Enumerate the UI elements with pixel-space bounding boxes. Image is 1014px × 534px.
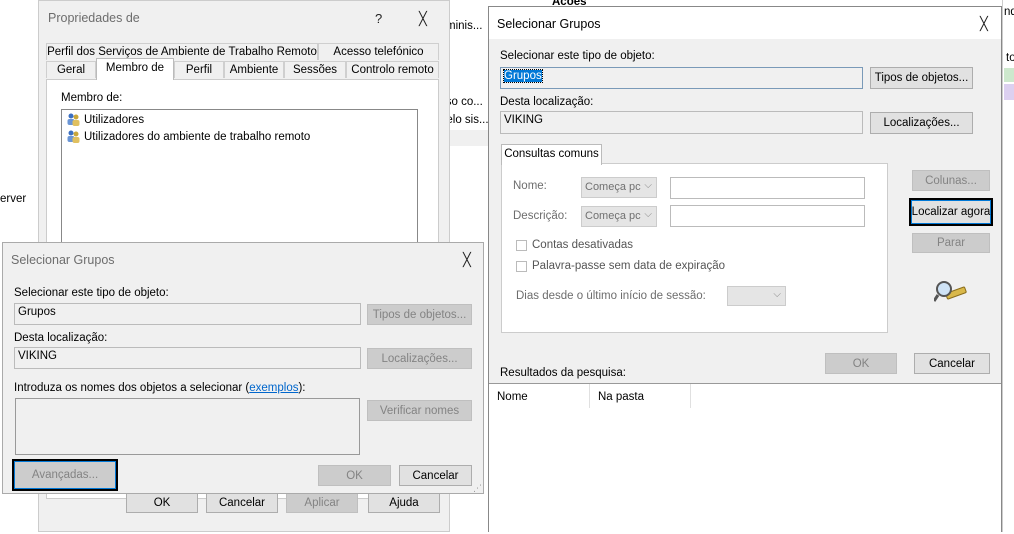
object-types-button[interactable]: Tipos de objetos... (367, 304, 472, 325)
list-item[interactable]: Utilizadores (66, 113, 144, 126)
close-icon[interactable]: ╳ (463, 251, 471, 268)
location-field: VIKING (14, 347, 361, 369)
days-since-logon-label: Dias desde o último início de sessão: (516, 290, 706, 302)
select-groups-dialog-small: Selecionar Grupos ╳ Selecionar este tipo… (2, 242, 484, 494)
tab-general[interactable]: Geral (46, 61, 96, 78)
name-input[interactable] (670, 177, 865, 199)
advanced-button[interactable]: Avançadas... (12, 459, 118, 491)
help-icon[interactable]: ? (375, 10, 382, 27)
ok-button[interactable]: OK (126, 492, 198, 513)
object-names-textarea[interactable] (15, 398, 360, 455)
tab-member-of[interactable]: Membro de (96, 58, 174, 80)
enter-names-suffix: ): (298, 382, 306, 394)
bg-color-bar-purple (1004, 84, 1014, 100)
enter-names-text: Introduza os nomes dos objetos a selecio… (14, 382, 250, 394)
tab-sessions[interactable]: Sessões (284, 61, 346, 78)
properties-title: Propriedades de (48, 11, 140, 25)
select-groups-dialog-advanced: Selecionar Grupos ╳ Selecionar este tipo… (488, 6, 1002, 534)
common-queries-panel: Nome: Começa pc ⌵ Descrição: Começa pc ⌵ C… (501, 163, 888, 333)
object-type-value: Grupos (503, 69, 543, 83)
examples-link[interactable]: exemplos (249, 382, 298, 394)
no-expire-password-checkbox[interactable] (516, 261, 527, 272)
dialog-title: Selecionar Grupos (11, 253, 115, 267)
chevron-down-icon: ⌵ (644, 180, 652, 191)
name-label: Nome: (513, 180, 547, 192)
list-item-label: Utilizadores do ambiente de trabalho rem… (84, 130, 311, 143)
column-header-name[interactable]: Nome (489, 384, 590, 408)
search-key-icon (932, 279, 968, 308)
ok-button[interactable]: OK (318, 465, 391, 486)
help-button[interactable]: Ajuda (368, 492, 440, 513)
object-type-label: Selecionar este tipo de objeto: (500, 50, 655, 62)
cancel-button[interactable]: Cancelar (206, 492, 278, 513)
tab-profile[interactable]: Perfil (174, 61, 224, 78)
location-label: Desta localização: (500, 96, 594, 108)
member-of-list[interactable]: Utilizadores Utilizadores do ambiente de… (61, 109, 418, 249)
apply-button[interactable]: Aplicar (286, 492, 358, 513)
object-type-label: Selecionar este tipo de objeto: (14, 287, 169, 299)
list-item-label: Utilizadores (84, 113, 145, 126)
bg-text-mid-1: minis... (446, 20, 483, 32)
object-type-field: Grupos (500, 67, 863, 89)
enter-names-label: Introduza os nomes dos objetos a selecio… (14, 382, 306, 394)
stop-button[interactable]: Parar (912, 233, 990, 253)
dialog-title: Selecionar Grupos (497, 17, 601, 31)
tab-dial-in[interactable]: Acesso telefónico (318, 43, 439, 60)
column-header-folder[interactable]: Na pasta (590, 384, 691, 408)
object-type-field: Grupos (14, 303, 361, 325)
description-match-combo[interactable]: Começa pc ⌵ (581, 206, 657, 227)
locations-button[interactable]: Localizações... (870, 112, 973, 134)
close-icon[interactable]: ╳ (419, 10, 427, 27)
cancel-button[interactable]: Cancelar (914, 353, 990, 374)
list-item[interactable]: Utilizadores do ambiente de trabalho rem… (66, 130, 310, 143)
resize-grip-icon: ⋰ (473, 483, 482, 493)
location-label: Desta localização: (14, 332, 108, 344)
check-names-button[interactable]: Verificar nomes (367, 400, 472, 421)
find-now-button[interactable]: Localizar agora (909, 198, 993, 226)
close-icon[interactable]: ╳ (980, 15, 988, 32)
disabled-accounts-checkbox[interactable] (516, 240, 527, 251)
days-since-logon-combo[interactable]: ⌵ (727, 286, 786, 306)
chevron-down-icon: ⌵ (644, 209, 652, 220)
location-field: VIKING (500, 111, 863, 134)
bg-text-right-1: ndi (1004, 6, 1014, 18)
tab-common-queries[interactable]: Consultas comuns (501, 144, 602, 165)
bg-text-left: erver (0, 193, 27, 205)
name-match-combo[interactable]: Começa pc ⌵ (581, 177, 657, 198)
tab-rds-profile[interactable]: Perfil dos Serviços de Ambiente de Traba… (46, 43, 318, 60)
ok-button[interactable]: OK (825, 353, 897, 374)
disabled-accounts-label: Contas desativadas (532, 239, 634, 251)
object-types-button[interactable]: Tipos de objetos... (870, 67, 973, 89)
bg-text-right-2: to (1006, 52, 1014, 64)
member-of-label: Membro de: (61, 92, 123, 104)
bg-color-bar-green (1004, 68, 1014, 82)
no-expire-password-label: Palavra-passe sem data de expiração (532, 260, 726, 272)
description-input[interactable] (670, 205, 865, 227)
search-results-label: Resultados da pesquisa: (500, 367, 626, 379)
tab-environment[interactable]: Ambiente (224, 61, 284, 78)
name-match-value: Começa pc (585, 181, 641, 193)
cancel-button[interactable]: Cancelar (399, 465, 472, 486)
columns-button[interactable]: Colunas... (912, 170, 990, 191)
description-match-value: Começa pc (585, 210, 641, 222)
group-icon (66, 113, 81, 126)
description-label: Descrição: (513, 210, 568, 222)
tab-remote-control[interactable]: Controlo remoto (346, 61, 439, 78)
locations-button[interactable]: Localizações... (367, 348, 472, 369)
chevron-down-icon: ⌵ (773, 289, 781, 300)
search-results-table[interactable]: Nome Na pasta (489, 383, 1001, 534)
group-icon (66, 130, 81, 143)
